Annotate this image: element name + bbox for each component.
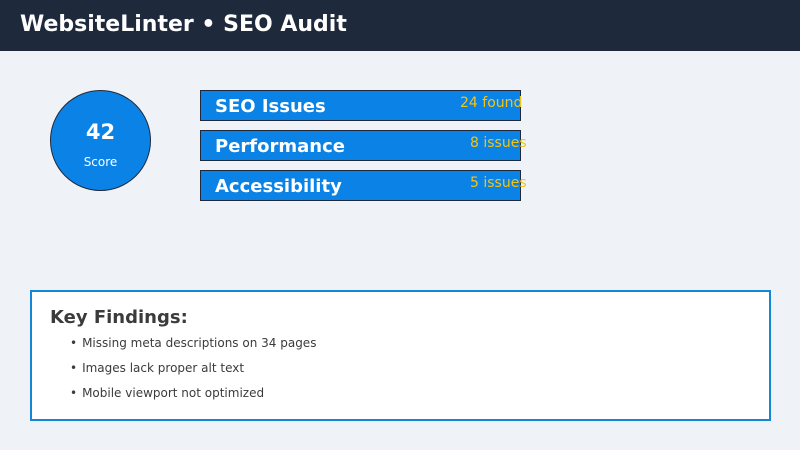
score-circle: 42 Score <box>50 90 151 191</box>
metric-value: 8 issues <box>470 135 527 151</box>
finding-text: Images lack proper alt text <box>82 361 245 375</box>
metric-title: SEO Issues <box>215 96 326 117</box>
finding-text: Missing meta descriptions on 34 pages <box>82 336 317 350</box>
bullet-icon: • <box>70 361 78 375</box>
finding-text: Mobile viewport not optimized <box>82 386 265 400</box>
score-value: 42 <box>85 120 116 144</box>
metric-value: 24 found <box>460 95 523 111</box>
metric-title: Performance <box>215 136 345 157</box>
metric-value: 5 issues <box>470 175 527 191</box>
finding-item: • Missing meta descriptions on 34 pages <box>70 336 316 351</box>
key-findings-panel: Key Findings: • Missing meta descriptions… <box>30 290 771 421</box>
metric-accessibility[interactable]: Accessibility 5 issues <box>200 170 527 201</box>
bullet-icon: • <box>70 386 78 400</box>
seo-audit-page: WebsiteLinter • SEO Audit 42 Score SEO I… <box>0 0 800 450</box>
app-title: WebsiteLinter • SEO Audit <box>20 12 347 37</box>
metric-seo-issues[interactable]: SEO Issues 24 found <box>200 90 523 121</box>
bullet-icon: • <box>70 336 78 350</box>
finding-item: • Mobile viewport not optimized <box>70 386 264 401</box>
score-label: Score <box>83 155 118 169</box>
finding-item: • Images lack proper alt text <box>70 361 244 376</box>
metric-performance[interactable]: Performance 8 issues <box>200 130 527 161</box>
findings-title: Key Findings: <box>50 307 188 328</box>
header-bar: WebsiteLinter • SEO Audit <box>0 0 800 51</box>
metric-title: Accessibility <box>215 176 342 197</box>
